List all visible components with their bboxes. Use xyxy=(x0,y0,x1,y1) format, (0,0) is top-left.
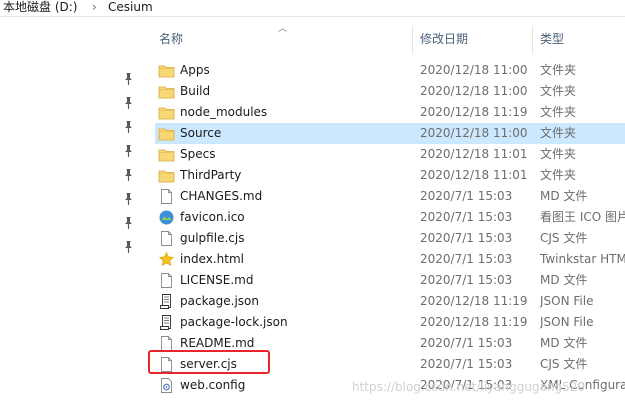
file-name: ThirdParty xyxy=(180,168,242,182)
file-date: 2020/12/18 11:19 xyxy=(420,294,528,308)
file-type: 文件夹 xyxy=(540,126,577,140)
file-icon xyxy=(158,188,175,205)
file-type: JSON File xyxy=(540,315,594,329)
folder-icon xyxy=(158,167,175,184)
file-type: 看图王 ICO 图片 xyxy=(540,210,625,224)
pin-icon[interactable] xyxy=(122,192,134,206)
folder-icon xyxy=(158,125,175,142)
pin-icon[interactable] xyxy=(122,240,134,254)
file-icon xyxy=(158,230,175,247)
file-date: 2020/7/1 15:03 xyxy=(420,189,513,203)
pin-icon[interactable] xyxy=(122,120,134,134)
file-type: JSON File xyxy=(540,294,594,308)
file-name: Apps xyxy=(180,63,210,77)
file-row[interactable]: favicon.ico 2020/7/1 15:03 看图王 ICO 图片 xyxy=(155,207,625,228)
file-row[interactable]: package-lock.json 2020/12/18 11:19 JSON Fi… xyxy=(155,312,625,333)
file-date: 2020/7/1 15:03 xyxy=(420,210,513,224)
file-row[interactable]: package.json 2020/12/18 11:19 JSON File xyxy=(155,291,625,312)
column-header-type[interactable]: 类型 xyxy=(540,30,564,47)
file-date: 2020/12/18 11:01 xyxy=(420,168,528,182)
file-name: favicon.ico xyxy=(180,210,245,224)
column-divider[interactable] xyxy=(412,26,413,54)
file-row[interactable]: Apps 2020/12/18 11:00 文件夹 xyxy=(155,60,625,81)
breadcrumb-drive[interactable]: 本地磁盘 (D:) xyxy=(3,0,77,15)
breadcrumb-folder[interactable]: Cesium xyxy=(108,0,153,15)
folder-icon xyxy=(158,146,175,163)
file-date: 2020/7/1 15:03 xyxy=(420,273,513,287)
file-type: CJS 文件 xyxy=(540,357,588,371)
file-type: CJS 文件 xyxy=(540,231,588,245)
file-row[interactable]: CHANGES.md 2020/7/1 15:03 MD 文件 xyxy=(155,186,625,207)
file-type: 文件夹 xyxy=(540,63,577,77)
file-type: Twinkstar HTML xyxy=(540,252,625,266)
breadcrumb-separator-icon[interactable]: › xyxy=(92,0,97,15)
pin-icon[interactable] xyxy=(122,144,134,158)
file-date: 2020/12/18 11:00 xyxy=(420,63,528,77)
file-date: 2020/12/18 11:00 xyxy=(420,84,528,98)
file-name: Specs xyxy=(180,147,216,161)
file-date: 2020/12/18 11:19 xyxy=(420,105,528,119)
file-row[interactable]: node_modules 2020/12/18 11:19 文件夹 xyxy=(155,102,625,123)
file-row[interactable]: Specs 2020/12/18 11:01 文件夹 xyxy=(155,144,625,165)
folder-icon xyxy=(158,62,175,79)
file-date: 2020/7/1 15:03 xyxy=(420,231,513,245)
folder-icon xyxy=(158,83,175,100)
html-browser-icon xyxy=(158,251,175,268)
highlight-box xyxy=(148,350,270,374)
file-row[interactable]: ThirdParty 2020/12/18 11:01 文件夹 xyxy=(155,165,625,186)
folder-icon xyxy=(158,104,175,121)
file-type: 文件夹 xyxy=(540,84,577,98)
script-file-icon xyxy=(158,314,175,331)
pin-icon[interactable] xyxy=(122,168,134,182)
file-type: 文件夹 xyxy=(540,147,577,161)
file-name: CHANGES.md xyxy=(180,189,263,203)
file-name: node_modules xyxy=(180,105,268,119)
file-date: 2020/12/18 11:19 xyxy=(420,315,528,329)
file-name: Source xyxy=(180,126,222,140)
file-date: 2020/7/1 15:03 xyxy=(420,357,513,371)
file-type: MD 文件 xyxy=(540,336,588,350)
sort-ascending-icon: ︿ xyxy=(278,24,288,34)
script-file-icon xyxy=(158,293,175,310)
file-row[interactable]: Source 2020/12/18 11:00 文件夹 xyxy=(155,123,625,144)
file-row[interactable]: index.html 2020/7/1 15:03 Twinkstar HTML xyxy=(155,249,625,270)
file-row[interactable]: Build 2020/12/18 11:00 文件夹 xyxy=(155,81,625,102)
file-name: index.html xyxy=(180,252,244,266)
column-header-name[interactable]: 名称 xyxy=(159,30,183,47)
pin-icon[interactable] xyxy=(122,72,134,86)
image-viewer-icon xyxy=(158,209,175,226)
file-date: 2020/7/1 15:03 xyxy=(420,336,513,350)
quick-access-pins xyxy=(0,17,142,411)
breadcrumb: 本地磁盘 (D:) › Cesium xyxy=(0,0,625,17)
pin-icon[interactable] xyxy=(122,96,134,110)
file-name: gulpfile.cjs xyxy=(180,231,245,245)
file-type: 文件夹 xyxy=(540,105,577,119)
file-name: LICENSE.md xyxy=(180,273,254,287)
config-file-icon xyxy=(158,377,175,394)
file-name: Build xyxy=(180,84,211,98)
watermark: https://blog.csdn.net/liyanggugang520 xyxy=(352,380,586,394)
column-header-date[interactable]: 修改日期 xyxy=(420,30,468,47)
pin-icon[interactable] xyxy=(122,216,134,230)
column-divider[interactable] xyxy=(532,26,533,54)
file-row[interactable]: gulpfile.cjs 2020/7/1 15:03 CJS 文件 xyxy=(155,228,625,249)
file-row[interactable]: LICENSE.md 2020/7/1 15:03 MD 文件 xyxy=(155,270,625,291)
file-type: MD 文件 xyxy=(540,273,588,287)
file-date: 2020/12/18 11:01 xyxy=(420,147,528,161)
file-type: MD 文件 xyxy=(540,189,588,203)
file-icon xyxy=(158,272,175,289)
file-date: 2020/7/1 15:03 xyxy=(420,252,513,266)
file-type: 文件夹 xyxy=(540,168,577,182)
file-date: 2020/12/18 11:00 xyxy=(420,126,528,140)
file-name: package-lock.json xyxy=(180,315,288,329)
file-name: package.json xyxy=(180,294,260,308)
